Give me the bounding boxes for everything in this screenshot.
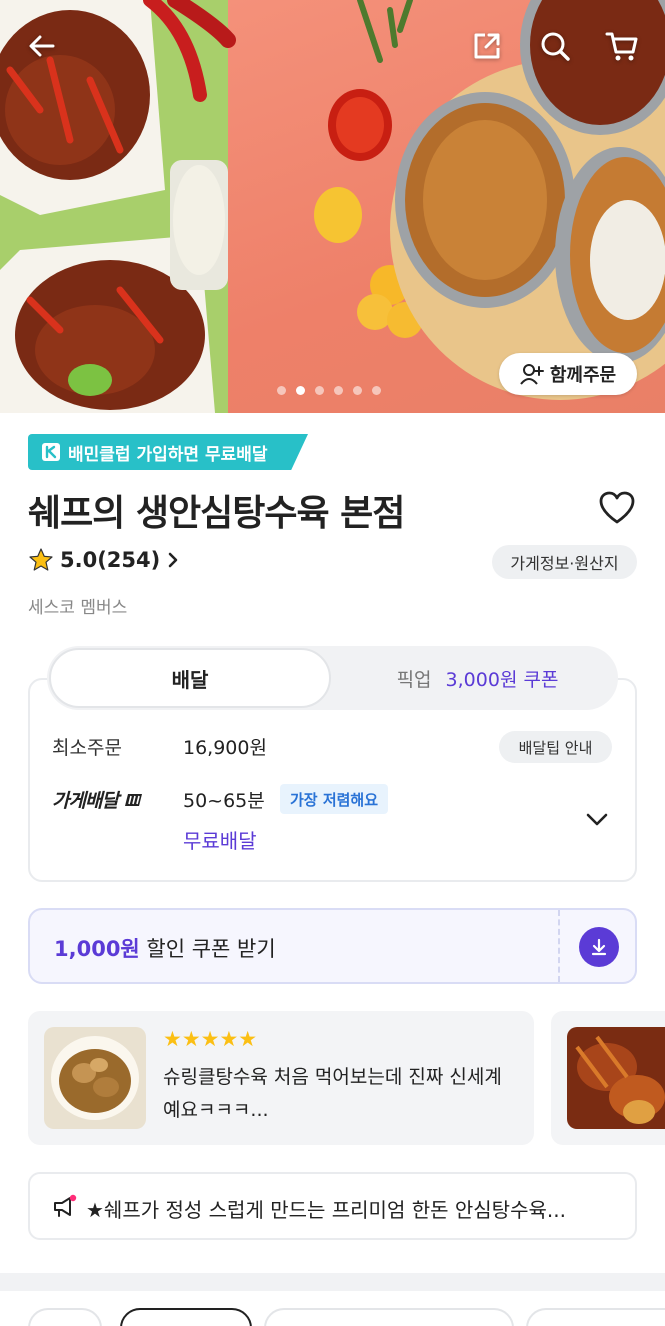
back-button[interactable] [22, 26, 62, 66]
store-name: 쉐프의 생안심탕수육 본점 [28, 493, 405, 534]
min-order-label: 최소주문 [52, 737, 122, 759]
carousel-indicator [277, 386, 381, 395]
chevron-right-icon [168, 552, 178, 568]
coupon-text: 1,000원 할인 쿠폰 받기 [54, 933, 276, 963]
tab-pickup[interactable]: 픽업 3,000원 쿠폰 [337, 646, 618, 710]
share-button[interactable] [467, 26, 507, 66]
rating-value: 5.0 [60, 548, 98, 572]
pickup-coupon-label: 3,000원 쿠폰 [445, 668, 559, 691]
store-delivery-logo: 가게배달 [52, 786, 144, 813]
arrow-left-icon [29, 35, 55, 57]
delivery-tip-button[interactable]: 배달팁 안내 [499, 731, 612, 763]
store-info-button[interactable]: 가게정보·원산지 [492, 545, 637, 579]
section-divider [0, 1273, 665, 1291]
share-icon [474, 33, 500, 59]
search-icon [541, 32, 570, 61]
tab-delivery[interactable]: 배달 [49, 648, 331, 708]
carousel-dot [277, 386, 286, 395]
carousel-dot [334, 386, 343, 395]
carousel-dot [353, 386, 362, 395]
discount-coupon-banner[interactable]: 1,000원 할인 쿠폰 받기 [28, 908, 637, 984]
order-type-tabs: 배달 픽업 3,000원 쿠폰 [47, 646, 618, 710]
download-icon [591, 938, 607, 956]
review-card[interactable] [551, 1011, 665, 1145]
coupon-amount: 1,000원 [54, 937, 140, 961]
rating-link[interactable]: 5.0 (254) [28, 547, 180, 573]
heart-icon [599, 491, 635, 524]
review-card[interactable]: ★★★★★ 슈링클탕수육 처음 먹어보는데 진짜 신세계예요ㅋㅋㅋ... [28, 1011, 534, 1145]
megaphone-icon [54, 1194, 77, 1217]
star-icon [29, 548, 53, 571]
review-photo [567, 1027, 665, 1129]
coupon-label: 할인 쿠폰 받기 [139, 937, 276, 961]
carousel-dot [372, 386, 381, 395]
hero-image-carousel[interactable]: 함께주문 [0, 0, 665, 413]
menu-category-chip[interactable] [526, 1308, 665, 1326]
store-delivery-label: 가게배달 [52, 790, 119, 812]
tab-pickup-label: 픽업 [396, 668, 432, 691]
fast-delivery-icon [124, 794, 142, 806]
cart-button[interactable] [602, 26, 642, 66]
carousel-dot-active [296, 386, 305, 395]
menu-category-chip[interactable] [264, 1308, 514, 1326]
chevron-down-icon[interactable] [584, 806, 610, 832]
group-order-label: 함께주문 [549, 365, 617, 386]
review-count: (254) [97, 548, 161, 572]
coupon-divider [558, 910, 560, 982]
delivery-time: 50~65분 [183, 790, 265, 812]
baemin-club-badge[interactable]: 배민클럽 가입하면 무료배달 [28, 434, 308, 470]
favorite-button[interactable] [597, 488, 637, 528]
free-delivery-label: 무료배달 [183, 829, 257, 853]
min-order-value: 16,900원 [183, 737, 267, 759]
coupon-download-button[interactable] [579, 927, 619, 967]
carousel-dot [315, 386, 324, 395]
cart-icon [605, 32, 638, 61]
cheapest-badge: 가장 저렴해요 [280, 784, 389, 814]
menu-category-chip-active[interactable] [120, 1308, 252, 1326]
add-person-icon [520, 364, 544, 385]
club-logo-icon [42, 443, 60, 461]
search-button[interactable] [535, 26, 575, 66]
store-notice[interactable]: ★쉐프가 정성 스럽게 만드는 프리미엄 한돈 안심탕수육... [28, 1172, 637, 1240]
club-badge-text: 배민클럽 가입하면 무료배달 [68, 444, 268, 465]
store-subtitle: 세스코 멤버스 [28, 598, 128, 618]
review-stars: ★★★★★ [163, 1027, 258, 1051]
menu-category-chip[interactable] [28, 1308, 102, 1326]
review-text: 슈링클탕수육 처음 먹어보는데 진짜 신세계예요ㅋㅋㅋ... [163, 1066, 502, 1121]
notice-text: ★쉐프가 정성 스럽게 만드는 프리미엄 한돈 안심탕수육... [86, 1198, 566, 1222]
group-order-button[interactable]: 함께주문 [499, 353, 637, 395]
review-photo [44, 1027, 146, 1129]
